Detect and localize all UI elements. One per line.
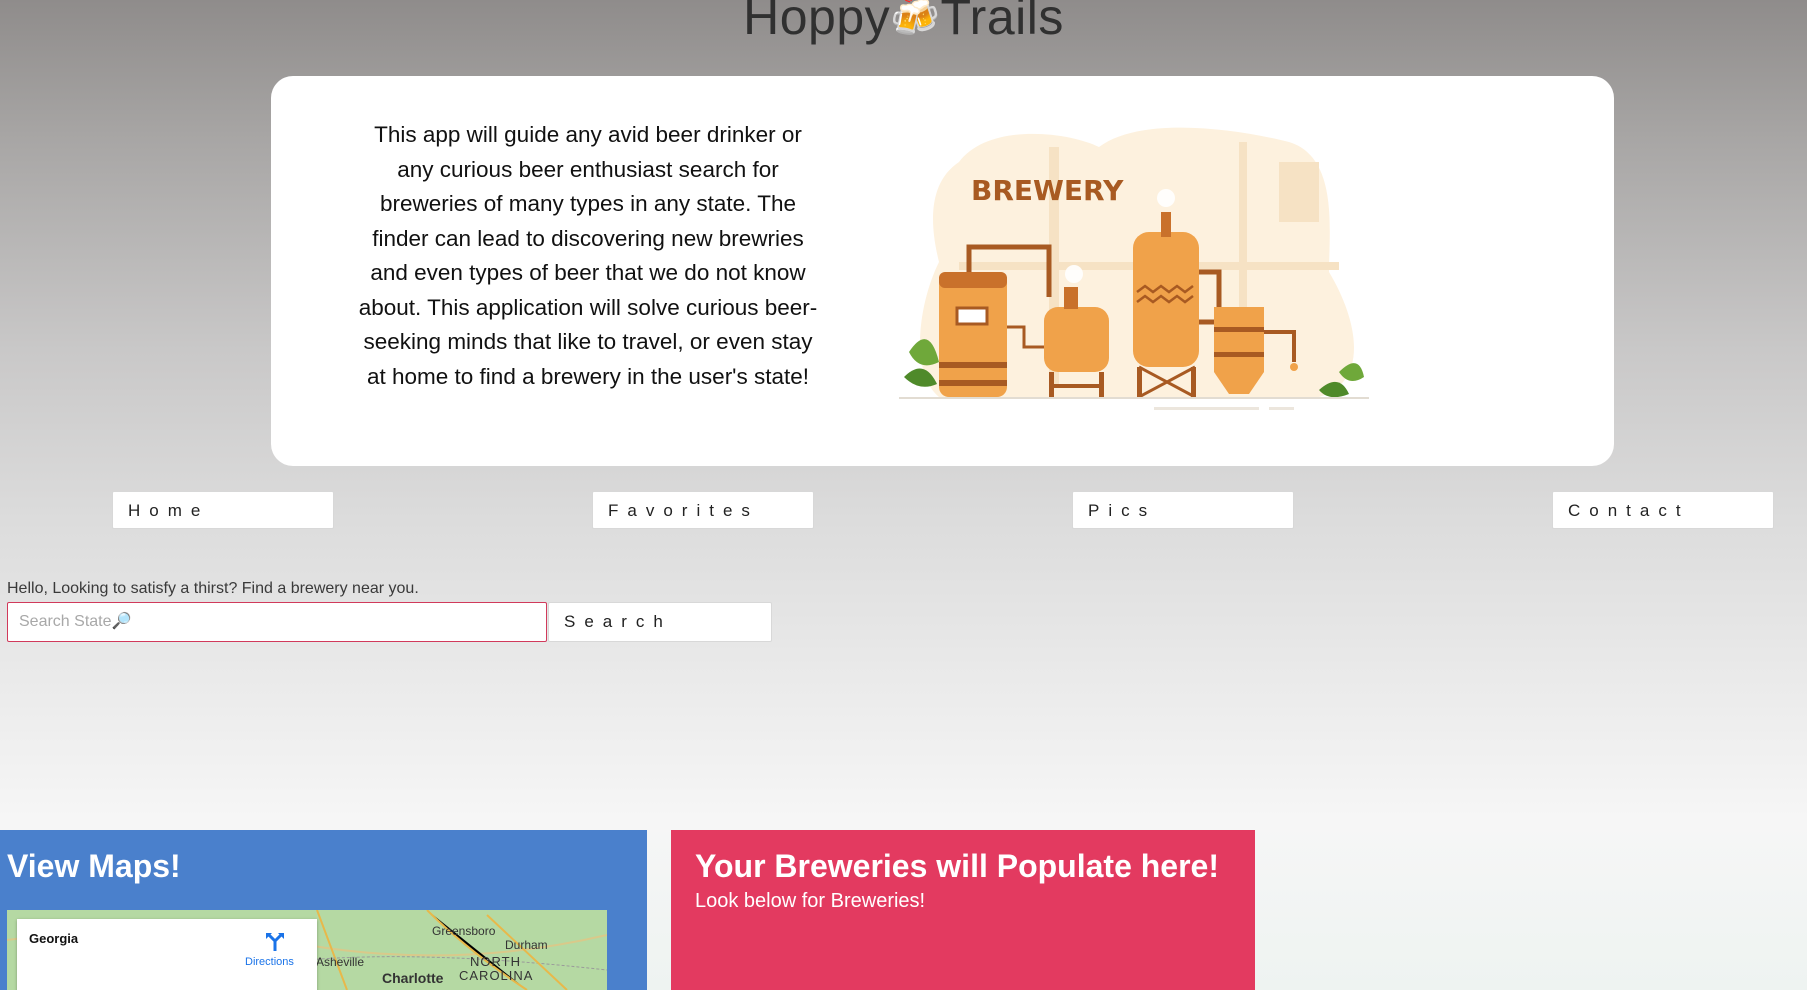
map-label-north: NORTH xyxy=(470,954,521,969)
map-label-carolina: CAROLINA xyxy=(459,968,534,983)
title-text-hoppy: Hoppy xyxy=(743,0,891,45)
nav-favorites-button[interactable]: Favorites xyxy=(592,491,814,529)
state-search-input[interactable]: Search State🔎 xyxy=(7,602,547,642)
app-title: Hoppy🍻Trails xyxy=(0,0,1807,46)
maps-title: View Maps! xyxy=(7,848,181,884)
breweries-title: Your Breweries will Populate here! xyxy=(695,848,1219,884)
directions-link[interactable]: Directions xyxy=(245,956,294,968)
nav-contact-button[interactable]: Contact xyxy=(1552,491,1774,529)
nav-home-button[interactable]: Home xyxy=(112,491,334,529)
maps-card: View Maps! Greensboro Durham Asheville C… xyxy=(0,830,647,990)
intro-description: This app will guide any avid beer drinke… xyxy=(358,122,818,389)
intro-card: This app will guide any avid beer drinke… xyxy=(271,76,1614,466)
map-place-card: Georgia Directions xyxy=(17,919,317,990)
search-button[interactable]: Search xyxy=(548,602,772,642)
breweries-card: Your Breweries will Populate here! Look … xyxy=(671,830,1255,990)
map-label-durham: Durham xyxy=(505,938,548,952)
map-label-asheville: Asheville xyxy=(316,955,365,969)
search-greeting: Hello, Looking to satisfy a thirst? Find… xyxy=(7,580,419,597)
brewery-illustration: BREWERY xyxy=(899,127,1369,410)
beer-mugs-icon: 🍻 xyxy=(890,0,941,39)
embedded-map[interactable]: Greensboro Durham Asheville Charlotte NO… xyxy=(7,910,607,990)
title-text-trails: Trails xyxy=(940,0,1064,45)
directions-icon[interactable] xyxy=(265,932,285,952)
nav-pics-button[interactable]: Pics xyxy=(1072,491,1294,529)
map-place-name: Georgia xyxy=(29,931,79,946)
breweries-subtitle: Look below for Breweries! xyxy=(695,890,926,912)
map-label-charlotte: Charlotte xyxy=(382,970,444,986)
map-label-greensboro: Greensboro xyxy=(432,924,496,938)
brewery-sign-text: BREWERY xyxy=(971,174,1124,207)
